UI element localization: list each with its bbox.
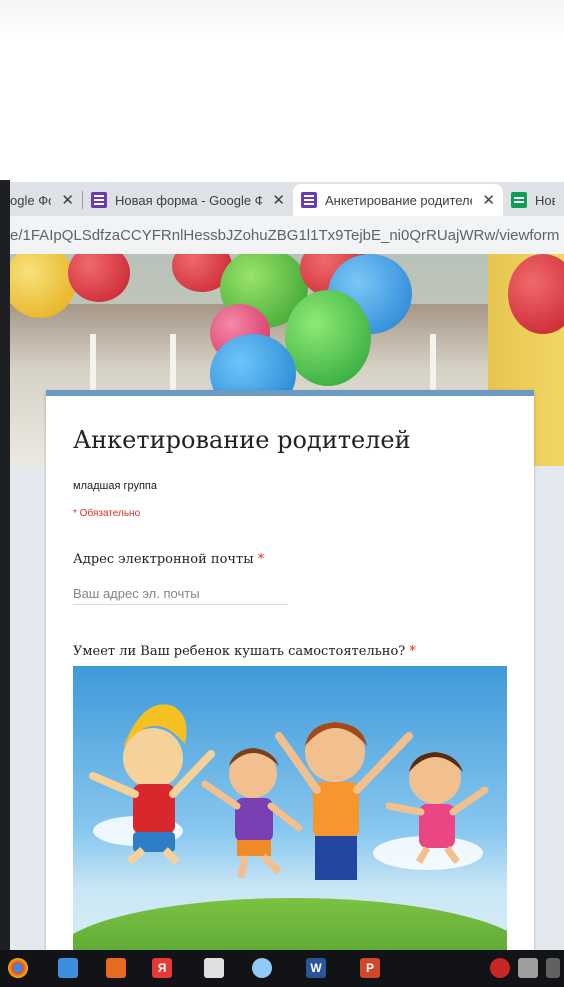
url-text[interactable]: e/1FAIpQLSdfzaCCYFRnlHessbJZohuZBG1l1Tx9… bbox=[10, 227, 559, 244]
form-page: Анкетирование родителей младшая группа *… bbox=[10, 254, 564, 950]
notification-icon[interactable] bbox=[546, 958, 560, 978]
email-field[interactable] bbox=[73, 582, 288, 605]
required-star: * bbox=[409, 644, 416, 659]
browser-tab-google-forms[interactable]: ogle Фо ✕ bbox=[10, 184, 82, 216]
tab-title: Анкетирование родителей bbox=[325, 192, 473, 208]
browser-tab-new-form[interactable]: Новая форма - Google Фо ✕ bbox=[83, 184, 293, 216]
notes-icon[interactable] bbox=[58, 958, 78, 978]
question-image-children-jumping bbox=[73, 666, 507, 950]
question-eating-label: Умеет ли Ваш ребенок кушать самостоятель… bbox=[73, 644, 416, 659]
paint-icon[interactable] bbox=[252, 958, 272, 978]
chrome-icon[interactable] bbox=[8, 958, 28, 978]
balloon bbox=[285, 290, 371, 386]
security-icon[interactable] bbox=[490, 958, 510, 978]
required-note: * Обязательно bbox=[73, 508, 141, 519]
close-icon[interactable]: ✕ bbox=[272, 191, 285, 209]
screen-glare bbox=[0, 0, 564, 180]
address-bar[interactable]: e/1FAIpQLSdfzaCCYFRnlHessbJZohuZBG1l1Tx9… bbox=[10, 216, 564, 254]
form-title: Анкетирование родителей bbox=[73, 426, 411, 454]
balloon bbox=[68, 254, 130, 302]
required-star: * bbox=[257, 552, 265, 567]
yandex-label: Я bbox=[157, 961, 167, 975]
taskbar: Я W P bbox=[0, 950, 564, 987]
tab-title: ogle Фо bbox=[10, 192, 52, 208]
tab-title: Нов bbox=[535, 192, 555, 208]
close-icon[interactable]: ✕ bbox=[482, 191, 495, 209]
google-forms-icon bbox=[301, 192, 317, 208]
word-label: W bbox=[310, 961, 322, 975]
tab-title: Новая форма - Google Фо bbox=[115, 192, 263, 208]
close-icon[interactable]: ✕ bbox=[61, 191, 74, 209]
browser-tab-active-survey[interactable]: Анкетирование родителей ✕ bbox=[293, 184, 503, 216]
google-sheets-icon bbox=[511, 192, 527, 208]
yandex-browser-icon[interactable]: Я bbox=[152, 958, 172, 978]
children-illustration bbox=[89, 704, 489, 880]
mail-icon[interactable] bbox=[204, 958, 224, 978]
powerpoint-icon[interactable]: P bbox=[360, 958, 380, 978]
media-player-icon[interactable] bbox=[106, 958, 126, 978]
browser-tab-bar: ogle Фо ✕ Новая форма - Google Фо ✕ Анке… bbox=[10, 182, 564, 216]
question-text: Адрес электронной почты bbox=[73, 552, 254, 567]
powerpoint-label: P bbox=[365, 961, 374, 975]
screen-bezel bbox=[0, 180, 10, 950]
question-text: Умеет ли Ваш ребенок кушать самостоятель… bbox=[73, 644, 406, 659]
browser-tab-sheets[interactable]: Нов bbox=[503, 184, 563, 216]
network-icon[interactable] bbox=[518, 958, 538, 978]
question-email-label: Адрес электронной почты * bbox=[73, 552, 264, 567]
word-icon[interactable]: W bbox=[306, 958, 326, 978]
form-card: Анкетирование родителей младшая группа *… bbox=[46, 390, 534, 950]
google-forms-icon bbox=[91, 192, 107, 208]
form-description: младшая группа bbox=[73, 480, 158, 492]
